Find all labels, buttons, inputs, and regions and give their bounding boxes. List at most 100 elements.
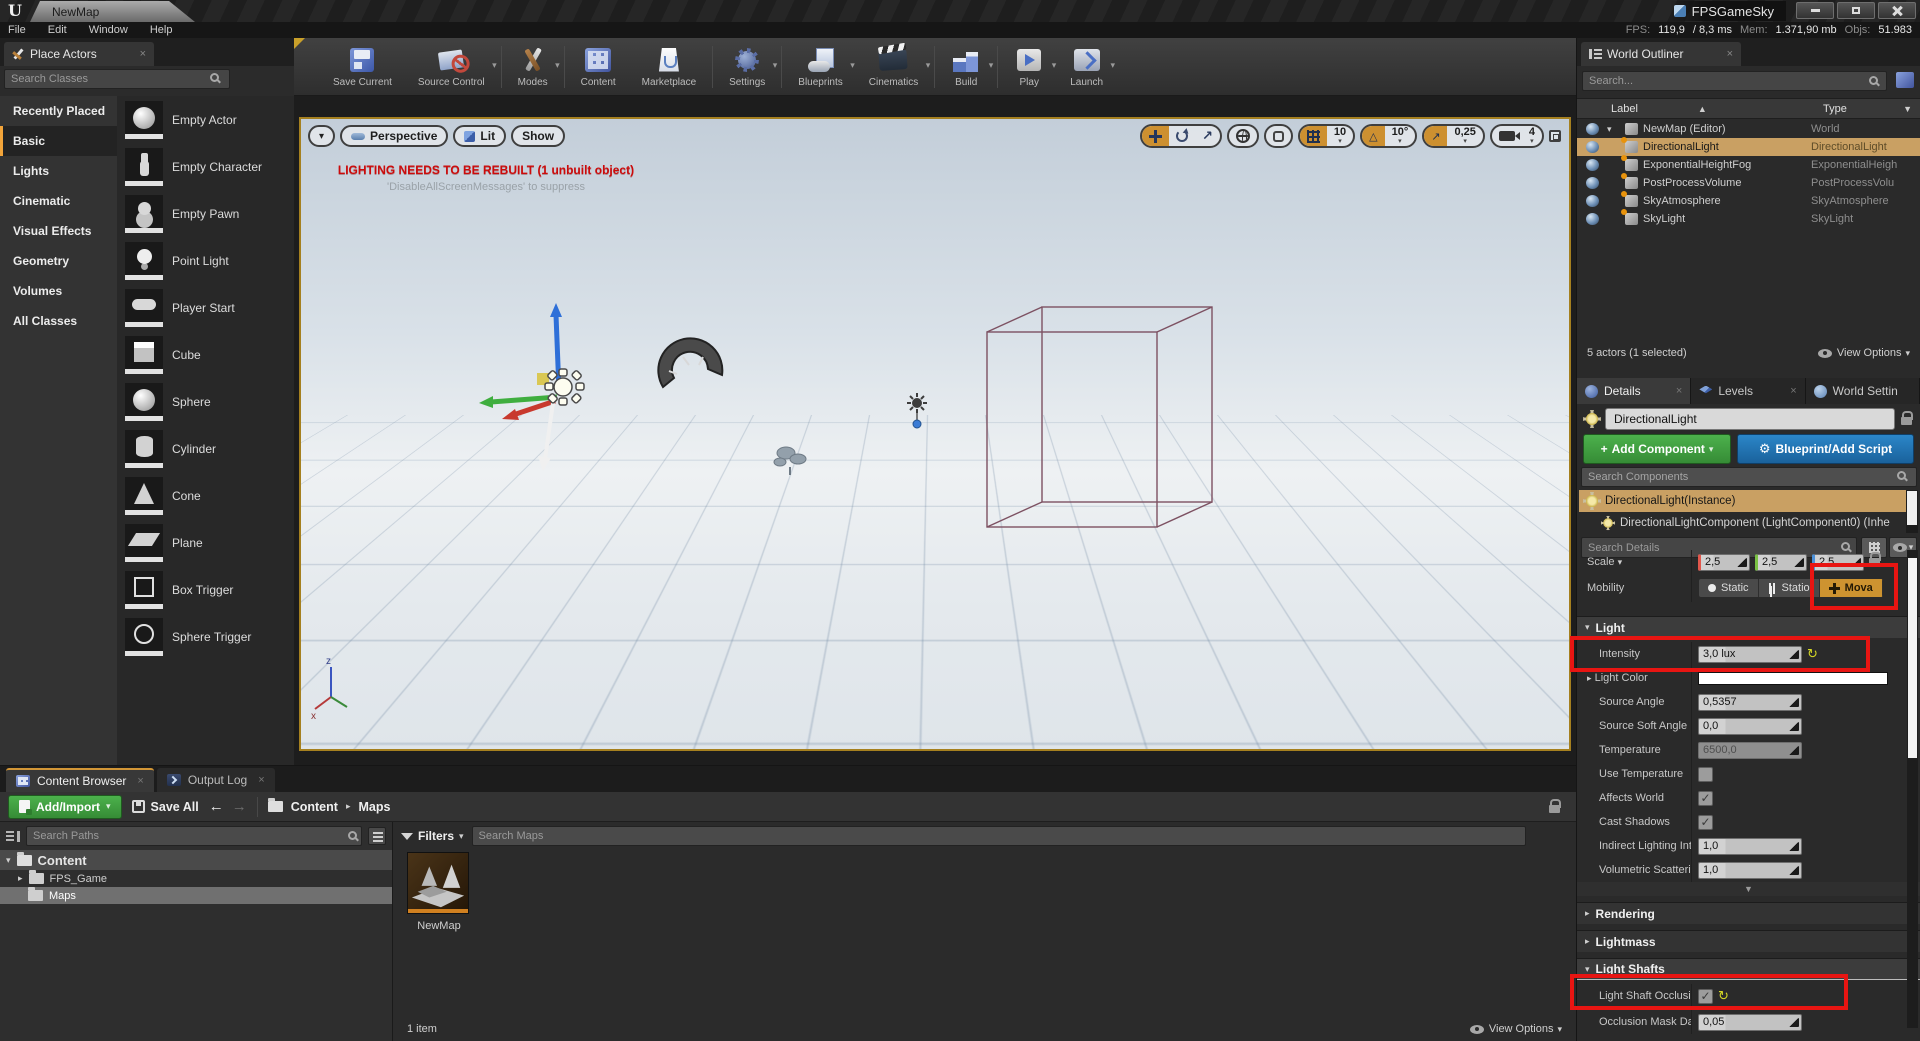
outliner-row-skyatmosphere[interactable]: SkyAtmosphere SkyAtmosphere: [1577, 192, 1920, 210]
tree-item-fps-game[interactable]: ▸ FPS_Game: [0, 870, 392, 887]
add-actor-icon[interactable]: [1896, 72, 1914, 88]
category-visual-effects[interactable]: Visual Effects: [0, 216, 117, 246]
modes-button[interactable]: Modes▾: [505, 38, 561, 95]
category-all-classes[interactable]: All Classes: [0, 306, 117, 336]
visibility-eye-icon[interactable]: [1586, 213, 1599, 225]
visibility-eye-icon[interactable]: [1586, 195, 1599, 207]
show-advanced-expander[interactable]: ▼: [1577, 882, 1920, 896]
indirect-lighting-field[interactable]: 1,0: [1698, 838, 1802, 855]
grid-snap-value[interactable]: 10▾: [1327, 126, 1353, 146]
save-current-button[interactable]: Save Current: [320, 38, 405, 95]
place-actors-tab[interactable]: Place Actors ×: [4, 42, 154, 66]
category-geometry[interactable]: Geometry: [0, 246, 117, 276]
close-icon[interactable]: ×: [258, 774, 264, 786]
forward-arrow-button[interactable]: →: [232, 798, 247, 815]
lit-mode-button[interactable]: Lit: [453, 125, 506, 147]
type-column-header[interactable]: Type: [1823, 103, 1847, 115]
scale-z-field[interactable]: 2,5: [1812, 554, 1864, 571]
component-row-instance[interactable]: DirectionalLight(Instance): [1579, 490, 1907, 512]
cast-shadows-checkbox[interactable]: ✓: [1698, 815, 1713, 830]
grid-snap-toggle[interactable]: [1300, 126, 1327, 146]
light-color-swatch[interactable]: [1698, 672, 1888, 685]
close-icon[interactable]: ×: [1727, 48, 1733, 60]
lock-icon[interactable]: [1869, 558, 1880, 566]
tab-world-settings[interactable]: World Settin: [1806, 378, 1920, 404]
actor-item-empty-character[interactable]: Empty Character: [117, 143, 294, 190]
add-import-button[interactable]: Add/Import ▾: [8, 795, 122, 819]
reset-icon[interactable]: ↺: [1718, 988, 1729, 1004]
breadcrumb-content[interactable]: Content: [291, 800, 338, 814]
tab-content-browser[interactable]: Content Browser ×: [6, 768, 154, 792]
menu-window[interactable]: Window: [89, 24, 128, 36]
outliner-row-exponentialheightfog[interactable]: ExponentialHeightFog ExponentialHeigh: [1577, 156, 1920, 174]
visibility-eye-icon[interactable]: [1586, 159, 1599, 171]
maximize-viewport-button[interactable]: [1549, 130, 1561, 142]
section-rendering[interactable]: ▸Rendering: [1577, 902, 1920, 924]
actor-item-empty-actor[interactable]: Empty Actor: [117, 96, 294, 143]
mobility-static-button[interactable]: Static: [1699, 579, 1759, 597]
occlusion-mask-field[interactable]: 0,05: [1698, 1014, 1802, 1031]
actor-item-plane[interactable]: Plane: [117, 519, 294, 566]
tab-details[interactable]: Details×: [1577, 378, 1691, 404]
category-basic[interactable]: Basic: [0, 126, 117, 156]
cinematics-button[interactable]: Cinematics▾: [856, 38, 931, 95]
close-icon[interactable]: ×: [140, 48, 146, 60]
viewport-options-button[interactable]: ▾: [308, 125, 335, 147]
actor-item-sphere-trigger[interactable]: Sphere Trigger: [117, 613, 294, 660]
component-scrollbar[interactable]: [1906, 490, 1918, 533]
level-tab[interactable]: NewMap: [30, 1, 195, 22]
search-paths-input[interactable]: [26, 826, 362, 846]
source-control-button[interactable]: Source Control▾: [405, 38, 498, 95]
blueprint-add-script-button[interactable]: ⚙Blueprint/Add Script: [1737, 434, 1914, 464]
add-component-button[interactable]: +Add Component▾: [1583, 434, 1731, 464]
surface-snap-button[interactable]: [1266, 126, 1291, 146]
back-arrow-button[interactable]: ←: [209, 798, 224, 815]
scale-snap-toggle[interactable]: ↗: [1424, 126, 1447, 146]
volumetric-scattering-field[interactable]: 1,0: [1698, 862, 1802, 879]
visibility-eye-icon[interactable]: [1586, 141, 1599, 153]
close-icon[interactable]: ×: [1790, 385, 1796, 397]
lock-icon[interactable]: [1901, 417, 1912, 425]
sources-view-icon[interactable]: [368, 827, 386, 845]
outliner-row-postprocessvolume[interactable]: PostProcessVolume PostProcessVolu: [1577, 174, 1920, 192]
cb-view-options-button[interactable]: View Options ▾: [1470, 1023, 1562, 1035]
tree-item-maps[interactable]: Maps: [0, 887, 392, 904]
expand-arrow-icon[interactable]: ▸: [1587, 673, 1592, 683]
settings-button[interactable]: Settings▾: [716, 38, 778, 95]
expand-arrow-icon[interactable]: ▾: [6, 855, 11, 866]
actor-item-empty-pawn[interactable]: Empty Pawn: [117, 190, 294, 237]
section-light[interactable]: ▾Light: [1577, 616, 1920, 638]
category-cinematic[interactable]: Cinematic: [0, 186, 117, 216]
visibility-eye-icon[interactable]: [1586, 177, 1599, 189]
use-temperature-checkbox[interactable]: [1698, 767, 1713, 782]
outliner-row-directionallight[interactable]: DirectionalLight DirectionalLight: [1577, 138, 1920, 156]
save-all-button[interactable]: Save All: [132, 800, 199, 814]
marketplace-button[interactable]: Marketplace: [629, 38, 709, 95]
category-recently-placed[interactable]: Recently Placed: [0, 96, 117, 126]
actor-item-player-start[interactable]: Player Start: [117, 284, 294, 331]
scale-y-field[interactable]: 2,5: [1755, 554, 1807, 571]
mobility-movable-button[interactable]: Mova: [1820, 579, 1883, 597]
blueprints-button[interactable]: Blueprints▾: [785, 38, 855, 95]
actor-item-cylinder[interactable]: Cylinder: [117, 425, 294, 472]
collapse-sources-icon[interactable]: [6, 831, 20, 842]
rotation-snap-value[interactable]: 10°▾: [1385, 126, 1416, 146]
close-icon[interactable]: ×: [137, 775, 143, 787]
search-components-input[interactable]: [1581, 467, 1917, 487]
show-button[interactable]: Show: [511, 125, 565, 147]
visibility-eye-icon[interactable]: [1586, 123, 1599, 135]
outliner-search-input[interactable]: [1582, 71, 1887, 91]
perspective-button[interactable]: Perspective: [340, 125, 448, 147]
actor-item-sphere[interactable]: Sphere: [117, 378, 294, 425]
tab-output-log[interactable]: Output Log ×: [157, 768, 275, 792]
build-button[interactable]: Build▾: [938, 38, 994, 95]
content-button[interactable]: Content: [568, 38, 629, 95]
close-button[interactable]: [1878, 2, 1916, 19]
menu-file[interactable]: File: [8, 24, 26, 36]
3d-viewport[interactable]: z x ▾ Perspective Lit Show ↗ 10▾ △ 10°▾: [299, 117, 1571, 751]
breadcrumb-maps[interactable]: Maps: [358, 800, 390, 814]
component-row-lightcomponent[interactable]: DirectionalLightComponent (LightComponen…: [1579, 513, 1907, 533]
lock-icon[interactable]: [1549, 805, 1560, 813]
section-lightmass[interactable]: ▸Lightmass: [1577, 930, 1920, 952]
source-soft-angle-field[interactable]: 0,0: [1698, 718, 1802, 735]
